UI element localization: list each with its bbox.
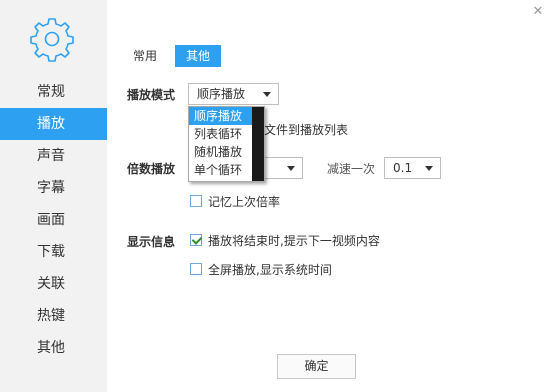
remember-speed-checkbox[interactable] [190,195,202,207]
display-info-label: 显示信息 [127,235,176,249]
playback-mode-value: 顺序播放 [197,87,246,101]
gear-icon [30,18,74,62]
next-video-hint-checkbox[interactable] [190,234,202,246]
tab-other[interactable]: 其他 [175,45,221,67]
sidebar-item-download[interactable]: 下载 [0,236,107,268]
sidebar-item-hotkey[interactable]: 热键 [0,300,107,332]
next-video-hint-label: 播放将结束时,提示下一视频内容 [208,234,380,248]
fullscreen-time-checkbox[interactable] [190,263,202,275]
playlist-option-text: 文件到播放列表 [264,123,349,137]
fullscreen-time-label: 全屏播放,显示系统时间 [208,263,332,277]
remember-speed-label: 记忆上次倍率 [208,195,281,209]
sidebar-item-sound[interactable]: 声音 [0,140,107,172]
decrease-select[interactable]: 0.1 [384,157,441,179]
chevron-down-icon [425,166,433,171]
ok-button[interactable]: 确定 [277,354,356,379]
chevron-down-icon [287,166,295,171]
sidebar: 常规 播放 声音 字幕 画面 下载 关联 热键 其他 [0,0,107,392]
sidebar-item-picture[interactable]: 画面 [0,204,107,236]
sidebar-item-general[interactable]: 常规 [0,76,107,108]
speed-label: 倍数播放 [127,162,176,176]
sidebar-item-subtitle[interactable]: 字幕 [0,172,107,204]
chevron-down-icon [263,92,271,97]
decrease-label: 减速一次 [327,162,376,176]
dropdown-scrollbar[interactable] [252,107,264,181]
tab-common[interactable]: 常用 [127,45,163,67]
playback-mode-dropdown: 顺序播放 列表循环 随机播放 单个循环 [188,106,265,182]
sidebar-item-playback[interactable]: 播放 [0,108,107,140]
sidebar-item-association[interactable]: 关联 [0,268,107,300]
decrease-value: 0.1 [393,161,413,175]
close-icon[interactable]: ✕ [530,4,546,20]
playback-mode-select[interactable]: 顺序播放 [188,83,279,105]
playback-mode-label: 播放模式 [127,88,176,102]
sidebar-item-other[interactable]: 其他 [0,332,107,364]
